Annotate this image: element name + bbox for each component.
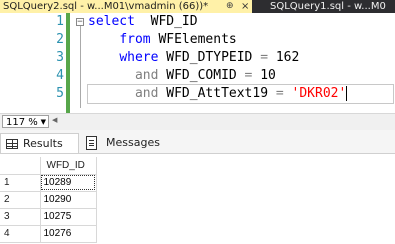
document-tab-strip: SQLQuery2.sql - w...M01\vmadmin (66))* ⊕…	[0, 0, 395, 13]
results-table: WFD_ID 1 10289 2 10290 3 10275 4 10276	[0, 157, 97, 243]
change-tracking-bar	[66, 13, 70, 113]
table-row[interactable]: 1 10289	[0, 174, 97, 192]
editor-status-bar: 117 % ▼ ◀	[0, 113, 395, 130]
tab-messages[interactable]: Messages	[80, 133, 160, 153]
line-number: 1	[56, 14, 64, 29]
close-icon[interactable]: ×	[241, 0, 249, 13]
header-row: WFD_ID	[0, 157, 97, 175]
row-number[interactable]: 1	[0, 174, 41, 192]
code-line-4[interactable]: and WFD_COMID = 10	[88, 67, 276, 85]
code-text: WFElements	[150, 32, 237, 47]
select-all-corner[interactable]	[0, 157, 41, 175]
grid-icon	[6, 139, 18, 149]
code-text: WFD_AttText19	[158, 86, 276, 101]
query-editor[interactable]: 1 2 3 4 5 − select WFD_ID from WFElement…	[0, 13, 395, 113]
table-cell[interactable]: 10289	[40, 174, 97, 192]
pin-icon[interactable]: ⊕	[226, 0, 234, 13]
keyword: and	[134, 68, 159, 83]
collapse-icon[interactable]: −	[76, 18, 84, 27]
text-caret	[346, 86, 348, 101]
code-text: 162	[268, 50, 300, 65]
line-number: 3	[56, 50, 64, 65]
tab-sqlquery1[interactable]: SQLQuery1.sql - w...M0	[268, 0, 395, 13]
keyword: select	[88, 14, 135, 29]
tab-results[interactable]: Results	[0, 133, 79, 153]
column-header-wfd-id[interactable]: WFD_ID	[40, 157, 97, 175]
table-row[interactable]: 4 10276	[0, 225, 97, 243]
code-line-2[interactable]: from WFElements	[88, 31, 237, 49]
horizontal-scrollbar[interactable]: ◀	[52, 116, 74, 125]
results-grid[interactable]: WFD_ID 1 10289 2 10290 3 10275 4 10276	[0, 154, 395, 244]
tab-sqlquery1-label: SQLQuery1.sql - w...M0	[270, 1, 386, 12]
scroll-left-icon[interactable]: ◀	[52, 116, 57, 124]
table-row[interactable]: 3 10275	[0, 208, 97, 226]
line-number: 5	[56, 86, 64, 101]
messages-icon	[86, 136, 97, 150]
row-number[interactable]: 2	[0, 191, 41, 209]
table-row[interactable]: 2 10290	[0, 191, 97, 209]
code-text: WFD_COMID	[158, 68, 245, 83]
operator: =	[260, 50, 269, 65]
tab-sqlquery2[interactable]: SQLQuery2.sql - w...M01\vmadmin (66))* ⊕…	[0, 0, 252, 13]
table-cell[interactable]: 10275	[40, 208, 97, 226]
table-cell[interactable]: 10290	[40, 191, 97, 209]
code-text: WFD_DTYPEID	[158, 50, 261, 65]
results-tab-strip: Results Messages	[0, 130, 395, 154]
chevron-down-icon: ▼	[40, 118, 46, 126]
line-number: 2	[56, 32, 64, 47]
zoom-value: 117 %	[6, 117, 38, 128]
line-number-gutter: 1 2 3 4 5	[0, 13, 70, 113]
table-cell[interactable]: 10276	[40, 225, 97, 243]
row-number[interactable]: 3	[0, 208, 41, 226]
tab-sqlquery2-label: SQLQuery2.sql - w...M01\vmadmin (66))*	[3, 1, 209, 12]
code-text: WFD_ID	[134, 14, 198, 29]
row-number[interactable]: 4	[0, 225, 41, 243]
code-line-3[interactable]: where WFD_DTYPEID = 162	[88, 49, 299, 67]
code-line-1[interactable]: select WFD_ID	[88, 13, 198, 31]
keyword: and	[134, 86, 159, 101]
line-number: 4	[56, 68, 64, 83]
code-text: 10	[252, 68, 276, 83]
keyword: from	[119, 32, 151, 47]
string-literal: 'DKR02'	[291, 86, 347, 101]
tab-messages-label: Messages	[106, 136, 160, 149]
operator: =	[275, 86, 284, 101]
outline-guide	[80, 26, 81, 108]
code-line-5[interactable]: and WFD_AttText19 = 'DKR02'	[87, 84, 394, 104]
keyword: where	[119, 50, 159, 65]
zoom-dropdown[interactable]: 117 % ▼	[2, 115, 49, 128]
tab-results-label: Results	[23, 137, 63, 150]
